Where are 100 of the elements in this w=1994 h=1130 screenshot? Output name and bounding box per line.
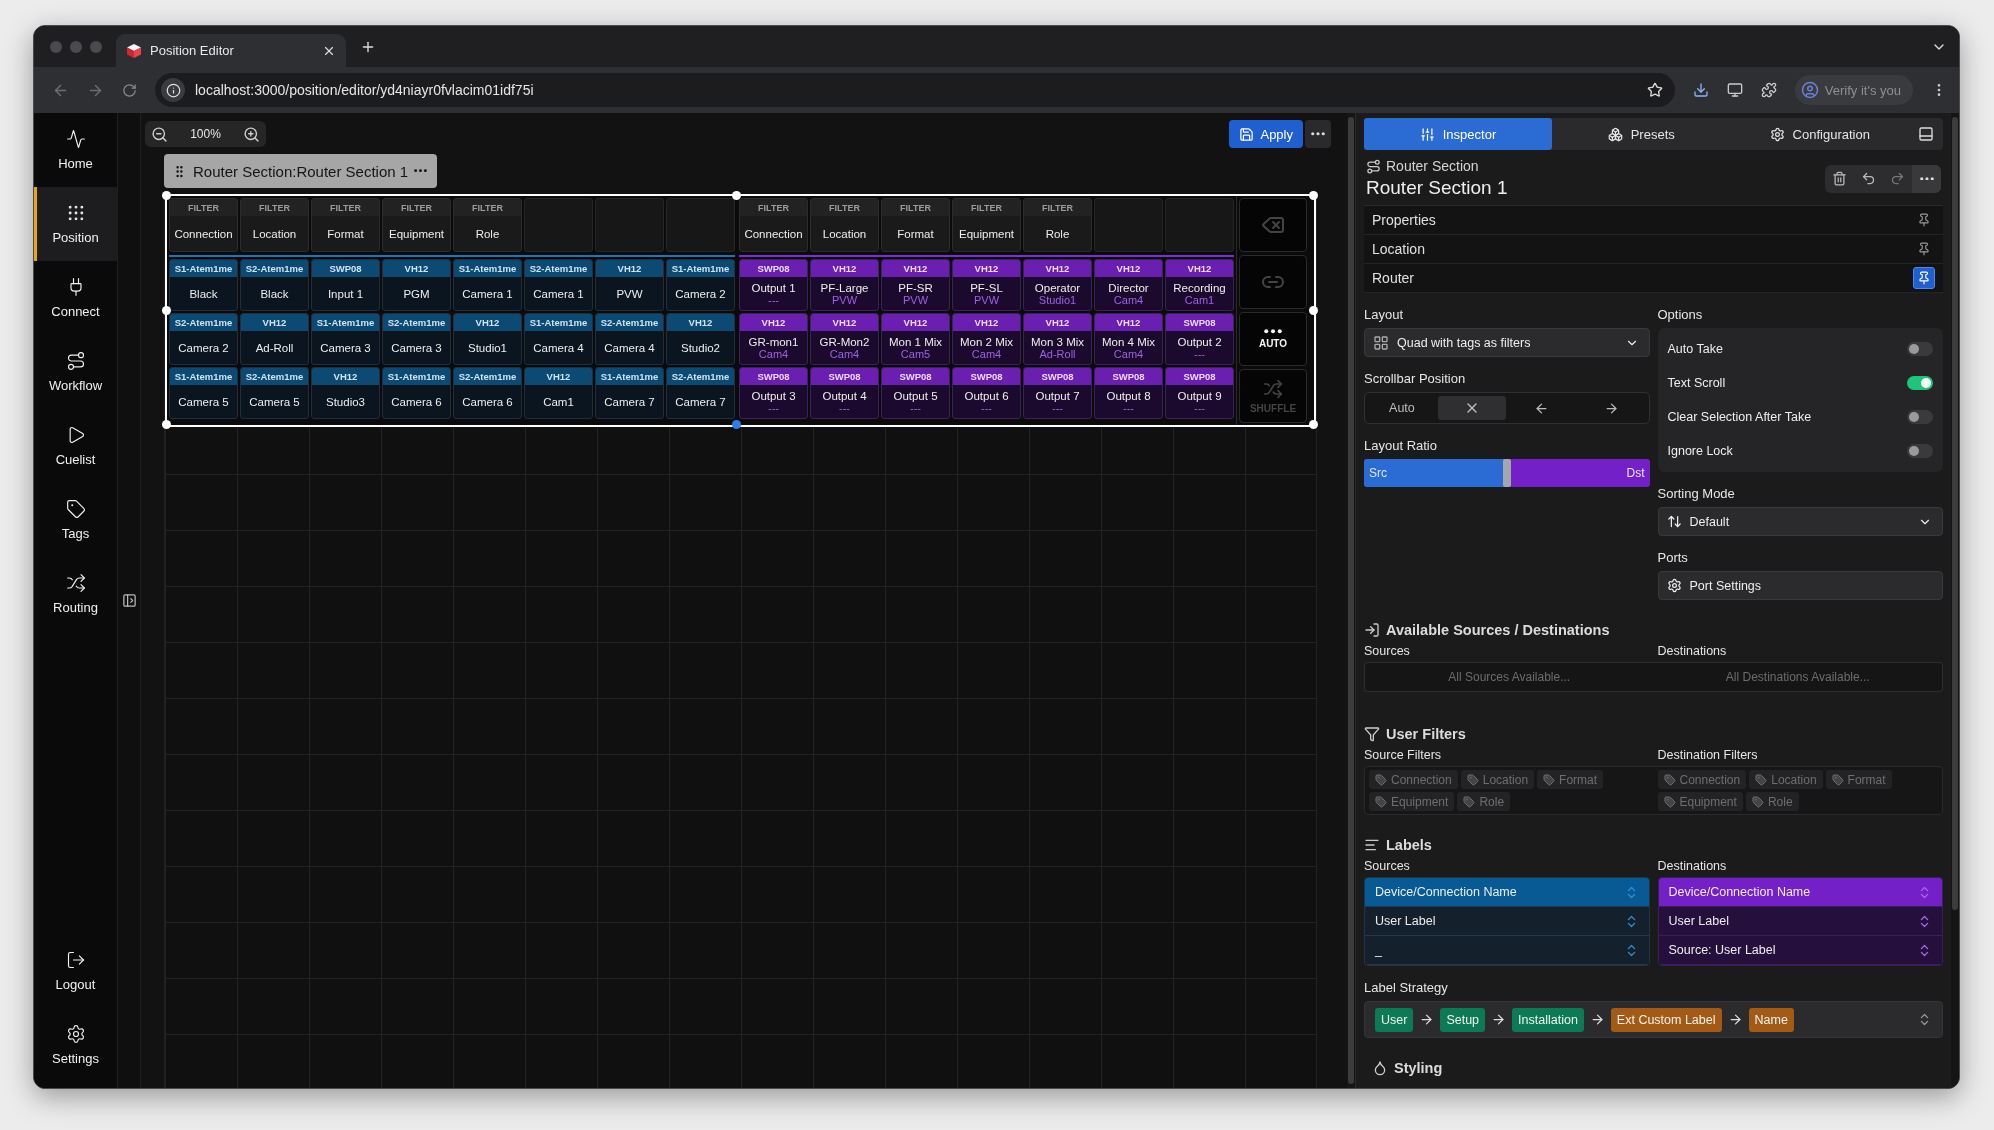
filter-header[interactable]: FILTER Connection — [739, 198, 808, 252]
reload-button[interactable] — [122, 82, 137, 98]
expand-panel-button[interactable] — [121, 593, 137, 608]
section-header[interactable]: Properties — [1364, 206, 1943, 235]
destination-cell[interactable]: VH12 Operator Studio1 — [1023, 259, 1092, 311]
destination-cell[interactable]: VH12 Mon 3 Mix Ad-Roll — [1023, 313, 1092, 365]
filter-header[interactable]: FILTER Equipment — [382, 198, 451, 252]
browser-tab[interactable]: Position Editor — [116, 34, 346, 67]
source-cell[interactable]: S1-Atem1me Camera 7 — [595, 367, 664, 419]
pin-icon[interactable] — [1913, 267, 1935, 289]
source-cell[interactable]: VH12 PGM — [382, 259, 451, 311]
screen-button[interactable] — [1726, 82, 1743, 98]
layout-dropdown[interactable]: Quad with tags as filters — [1364, 328, 1650, 357]
source-cell[interactable]: S1-Atem1me Black — [169, 259, 238, 311]
nav-item[interactable]: Settings — [34, 1008, 117, 1082]
apply-button[interactable]: Apply — [1229, 120, 1303, 148]
source-cell[interactable]: S2-Atem1me Camera 3 — [382, 313, 451, 365]
resize-handle[interactable] — [162, 191, 171, 200]
source-cell[interactable]: S2-Atem1me Camera 6 — [453, 367, 522, 419]
segment-option[interactable]: Auto — [1368, 396, 1436, 420]
source-cell[interactable]: S2-Atem1me Camera 5 — [240, 367, 309, 419]
destination-cell[interactable]: VH12 PF-SR PVW — [881, 259, 950, 311]
toggle-switch[interactable] — [1907, 376, 1933, 390]
source-cell[interactable]: SWP08 Input 1 — [311, 259, 380, 311]
bookmark-star-button[interactable] — [1646, 82, 1663, 98]
nav-item[interactable]: Logout — [34, 934, 117, 1008]
toggle-switch[interactable] — [1907, 410, 1933, 424]
source-cell[interactable]: VH12 Cam1 — [524, 367, 593, 419]
resize-handle[interactable] — [732, 191, 741, 200]
filter-header[interactable]: FILTER Connection — [169, 198, 238, 252]
section-header[interactable]: Router — [1364, 264, 1943, 293]
nav-item[interactable]: Tags — [34, 483, 117, 557]
toggle-switch[interactable] — [1907, 444, 1933, 458]
nav-item[interactable]: Home — [34, 113, 117, 187]
label-option[interactable]: Device/Connection Name — [1658, 878, 1942, 907]
destination-cell[interactable]: VH12 Mon 2 Mix Cam4 — [952, 313, 1021, 365]
source-cell[interactable]: S2-Atem1me Black — [240, 259, 309, 311]
source-cell[interactable]: VH12 Studio3 — [311, 367, 380, 419]
panel-tab[interactable]: Inspector — [1364, 118, 1552, 150]
destination-cell[interactable]: SWP08 Output 4 --- — [810, 367, 879, 419]
address-field[interactable]: localhost:3000/position/editor/yd4niayr0fvlacim01idf75i — [155, 73, 1675, 107]
resize-handle[interactable] — [1309, 305, 1318, 315]
resize-handle[interactable] — [162, 420, 171, 429]
scrollbar-thumb[interactable] — [1348, 117, 1354, 1084]
filter-header[interactable]: FILTER Role — [453, 198, 522, 252]
destination-cell[interactable]: VH12 Recording Cam1 — [1165, 259, 1234, 311]
destination-cell[interactable]: SWP08 Output 5 --- — [881, 367, 950, 419]
source-cell[interactable]: VH12 Studio2 — [666, 313, 735, 365]
ratio-slider[interactable]: Src Dst — [1364, 459, 1650, 487]
resize-handle[interactable] — [162, 305, 171, 315]
destination-cell[interactable]: SWP08 Output 2 --- — [1165, 313, 1234, 365]
panel-tab[interactable]: Configuration — [1730, 118, 1909, 150]
segment-option[interactable] — [1437, 396, 1506, 420]
filter-header[interactable]: FILTER Location — [240, 198, 309, 252]
zoom-in-button[interactable] — [243, 125, 260, 143]
more-button[interactable] — [1912, 164, 1941, 193]
toggle-switch[interactable] — [1907, 342, 1933, 356]
extensions-button[interactable] — [1760, 82, 1777, 98]
filter-header[interactable]: FILTER Format — [881, 198, 950, 252]
source-cell[interactable]: S1-Atem1me Camera 5 — [169, 367, 238, 419]
section-label[interactable]: Router Section:Router Section 1 — [164, 154, 438, 188]
destination-cell[interactable]: VH12 GR-Mon2 Cam4 — [810, 313, 879, 365]
site-info-button[interactable] — [161, 78, 185, 102]
resize-handle[interactable] — [1309, 420, 1318, 429]
destination-cell[interactable]: VH12 Director Cam4 — [1094, 259, 1163, 311]
label-option[interactable]: Source: User Label — [1658, 936, 1942, 965]
destination-cell[interactable]: SWP08 Output 1 --- — [739, 259, 808, 311]
destination-cell[interactable]: VH12 PF-SL PVW — [952, 259, 1021, 311]
download-button[interactable] — [1692, 82, 1709, 98]
filter-header[interactable]: FILTER Format — [311, 198, 380, 252]
destination-cell[interactable]: VH12 GR-mon1 Cam4 — [739, 313, 808, 365]
source-cell[interactable]: S2-Atem1me Camera 4 — [595, 313, 664, 365]
section-header[interactable]: Location — [1364, 235, 1943, 264]
filter-header[interactable]: FILTER Equipment — [952, 198, 1021, 252]
source-cell[interactable]: VH12 Studio1 — [453, 313, 522, 365]
label-option[interactable]: Device/Connection Name — [1365, 878, 1649, 907]
label-option[interactable]: _ — [1365, 936, 1649, 965]
source-cell[interactable]: S1-Atem1me Camera 6 — [382, 367, 451, 419]
nav-item[interactable]: Workflow — [34, 335, 117, 409]
more-button[interactable] — [1305, 120, 1331, 148]
source-cell[interactable]: S2-Atem1me Camera 1 — [524, 259, 593, 311]
source-cell[interactable]: VH12 PVW — [595, 259, 664, 311]
label-strategy-field[interactable]: User Setup Installation Ext Custom Label Name — [1364, 1001, 1943, 1038]
destination-cell[interactable]: SWP08 Output 3 --- — [739, 367, 808, 419]
source-cell[interactable]: S2-Atem1me Camera 2 — [169, 313, 238, 365]
destination-cell[interactable]: VH12 Mon 1 Mix Cam5 — [881, 313, 950, 365]
nav-item[interactable]: Connect — [34, 261, 117, 335]
zoom-out-button[interactable] — [151, 125, 168, 143]
destination-cell[interactable]: SWP08 Output 9 --- — [1165, 367, 1234, 419]
resize-handle[interactable] — [732, 420, 741, 429]
source-cell[interactable]: S2-Atem1me Camera 7 — [666, 367, 735, 419]
destination-cell[interactable]: SWP08 Output 8 --- — [1094, 367, 1163, 419]
source-cell[interactable]: S1-Atem1me Camera 1 — [453, 259, 522, 311]
source-cell[interactable]: S1-Atem1me Camera 3 — [311, 313, 380, 365]
nav-item[interactable]: Routing — [34, 557, 117, 631]
port-settings-button[interactable]: Port Settings — [1657, 571, 1943, 600]
scrollbar-thumb[interactable] — [1952, 117, 1958, 910]
source-cell[interactable]: VH12 Ad-Roll — [240, 313, 309, 365]
source-cell[interactable]: S1-Atem1me Camera 4 — [524, 313, 593, 365]
destination-cell[interactable]: SWP08 Output 6 --- — [952, 367, 1021, 419]
